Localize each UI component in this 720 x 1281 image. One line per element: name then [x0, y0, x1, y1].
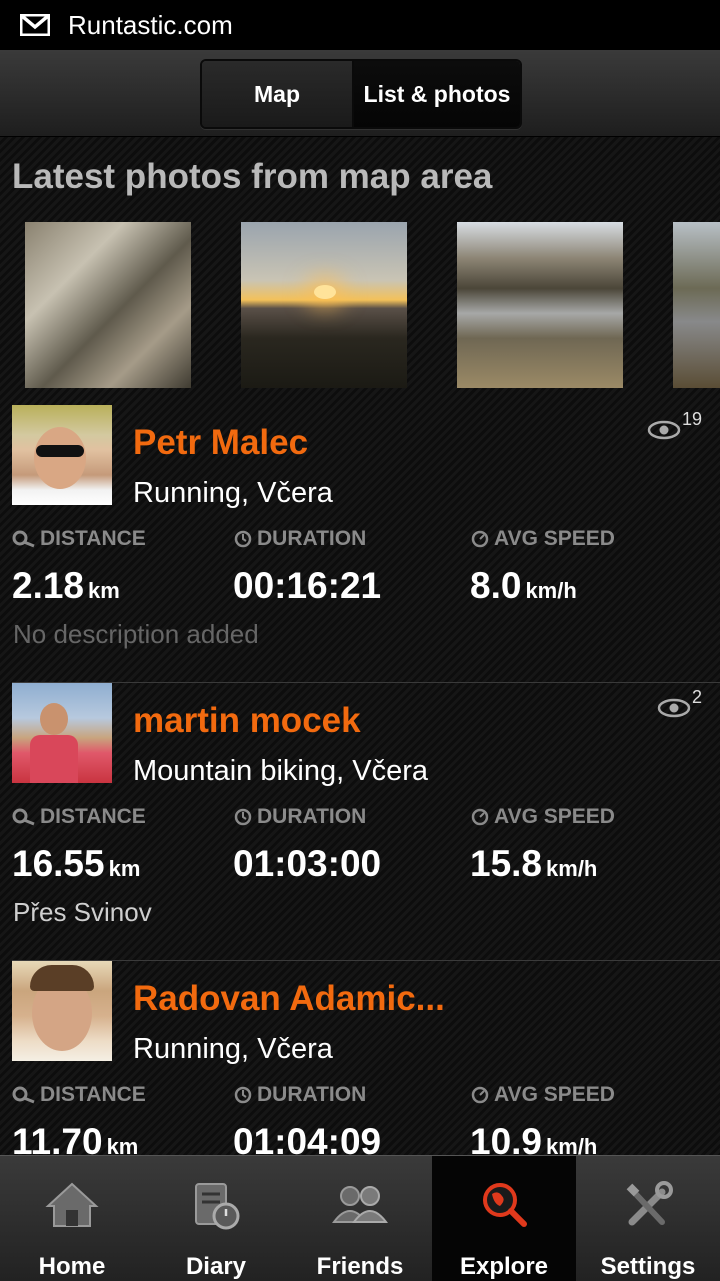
nav-label: Friends [316, 1253, 404, 1280]
clock-icon [234, 1086, 252, 1104]
photo-thumbnail[interactable] [457, 222, 623, 388]
tab-list-photos[interactable]: List & photos [354, 61, 520, 127]
stat-label: AVG SPEED [494, 805, 615, 828]
home-icon [42, 1176, 102, 1235]
photo-thumbnail[interactable] [673, 222, 720, 388]
nav-settings[interactable]: Settings [576, 1156, 720, 1281]
feed-item[interactable]: Radovan Adamic... Running, Včera DISTANC… [0, 961, 720, 1155]
activity-description: No description added [13, 619, 259, 649]
distance-icon [12, 1086, 35, 1104]
stat-unit: km [88, 578, 120, 603]
views-count: 19 [681, 409, 702, 429]
diary-icon [186, 1176, 246, 1235]
stat-label: AVG SPEED [494, 527, 615, 550]
stat-unit: km [106, 1134, 139, 1155]
nav-label: Settings [600, 1253, 696, 1280]
distance-icon [12, 808, 35, 826]
view-count: 19 [647, 407, 702, 441]
feed-item[interactable]: martin mocek Mountain biking, Včera 2 DI… [0, 683, 720, 961]
stat-unit: km/h [546, 1134, 598, 1155]
stat-value: 15.8 [470, 843, 543, 884]
bottom-navigation: Home Diary Friends Explore Settings [0, 1155, 720, 1281]
nav-friends[interactable]: Friends [288, 1156, 432, 1281]
stat-label: DURATION [257, 1083, 367, 1106]
stat-duration: DURATION 00:16:21 [233, 527, 381, 607]
nav-home[interactable]: Home [0, 1156, 144, 1281]
nav-label: Diary [185, 1253, 247, 1280]
activity-type: Mountain biking, Včera [133, 755, 428, 787]
stat-duration: DURATION 01:03:00 [233, 805, 381, 885]
stat-value: 2.18 [12, 565, 85, 606]
stat-unit: km [108, 856, 141, 881]
stat-label: AVG SPEED [494, 1083, 615, 1106]
user-name[interactable]: Petr Malec [133, 423, 308, 463]
view-toggle-bar: Map List & photos [0, 50, 720, 137]
feed-item[interactable]: Petr Malec Running, Včera 19 DISTANCE 2.… [0, 405, 720, 683]
stat-avg-speed: AVG SPEED 10.9 km/h [470, 1083, 615, 1155]
stat-value: 00:16:21 [233, 565, 382, 606]
nav-label: Explore [459, 1253, 549, 1280]
activity-type: Running, Včera [133, 477, 333, 509]
stat-label: DISTANCE [40, 805, 146, 828]
eye-icon [647, 420, 681, 440]
views-count: 2 [691, 687, 702, 707]
user-name[interactable]: martin mocek [133, 701, 361, 741]
avatar[interactable] [12, 683, 112, 783]
settings-icon [618, 1176, 678, 1235]
stat-label: DURATION [257, 527, 367, 550]
avatar[interactable] [12, 405, 112, 505]
stat-value: 10.9 [470, 1121, 543, 1155]
photos-section-title: Latest photos from map area [12, 157, 493, 196]
user-name[interactable]: Radovan Adamic... [133, 979, 445, 1019]
photo-thumbnail[interactable] [25, 222, 191, 388]
stat-value: 01:04:09 [233, 1121, 382, 1155]
stat-value: 01:03:00 [233, 843, 382, 884]
speed-icon [471, 530, 489, 548]
explore-content[interactable]: Latest photos from map area Petr Malec R… [0, 137, 720, 1155]
speed-icon [471, 1086, 489, 1104]
stat-unit: km/h [546, 856, 598, 881]
photo-thumbnail[interactable] [241, 222, 407, 388]
stat-distance: DISTANCE 16.55 km [12, 805, 146, 885]
view-count: 2 [657, 685, 702, 719]
eye-icon [657, 698, 691, 718]
activity-description: Přes Svinov [13, 897, 152, 927]
stat-avg-speed: AVG SPEED 8.0 km/h [470, 527, 615, 607]
friends-icon [330, 1176, 390, 1235]
explore-icon [474, 1176, 534, 1235]
stat-unit: km/h [525, 578, 577, 603]
stat-label: DISTANCE [40, 527, 146, 550]
stat-label: DURATION [257, 805, 367, 828]
distance-icon [12, 530, 35, 548]
clock-icon [234, 808, 252, 826]
status-bar: Runtastic.com [0, 0, 720, 50]
notification-title: Runtastic.com [68, 9, 233, 40]
tab-map[interactable]: Map [202, 61, 354, 127]
stat-distance: DISTANCE 11.70 km [12, 1083, 146, 1155]
stat-value: 11.70 [12, 1121, 103, 1155]
stat-label: DISTANCE [40, 1083, 146, 1106]
stat-value: 8.0 [470, 565, 522, 606]
clock-icon [234, 530, 252, 548]
stat-avg-speed: AVG SPEED 15.8 km/h [470, 805, 615, 885]
nav-label: Home [38, 1253, 106, 1280]
stat-value: 16.55 [12, 843, 105, 884]
photo-strip[interactable] [0, 222, 720, 388]
speed-icon [471, 808, 489, 826]
segmented-control: Map List & photos [200, 59, 522, 129]
nav-explore[interactable]: Explore [432, 1156, 576, 1281]
stat-distance: DISTANCE 2.18 km [12, 527, 146, 607]
nav-diary[interactable]: Diary [144, 1156, 288, 1281]
stat-duration: DURATION 01:04:09 [233, 1083, 381, 1155]
gmail-icon [19, 13, 51, 37]
activity-type: Running, Včera [133, 1033, 333, 1065]
avatar[interactable] [12, 961, 112, 1061]
